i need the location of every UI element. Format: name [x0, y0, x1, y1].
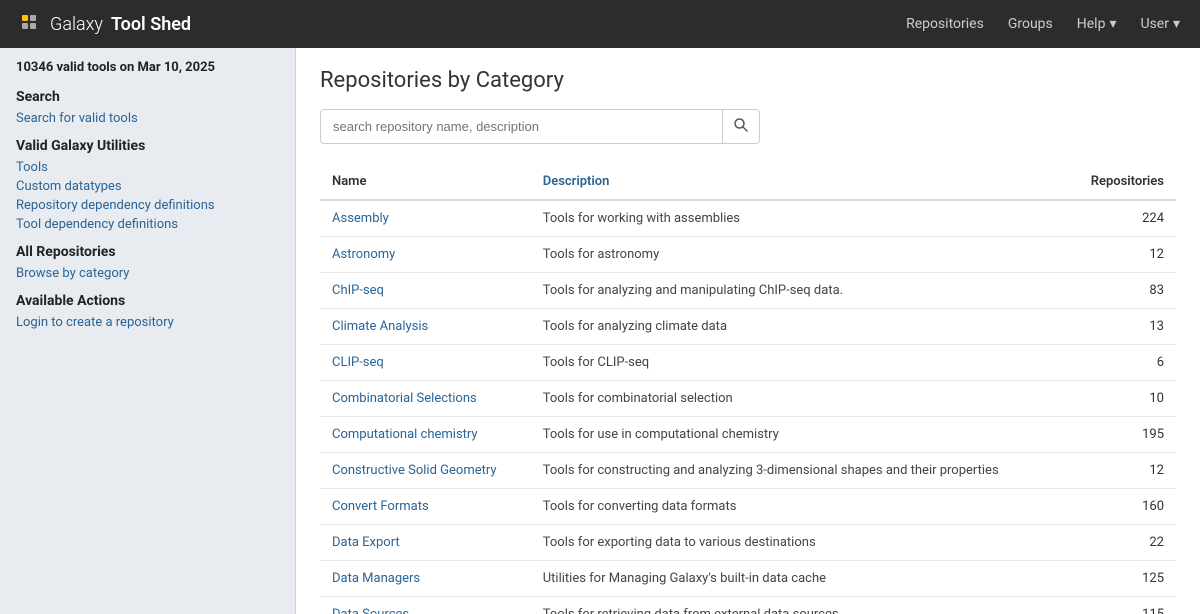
row-repos-count: 10 [1067, 381, 1176, 417]
main-nav: Repositories Groups Help ▾ User ▾ [906, 16, 1180, 32]
row-name: Constructive Solid Geometry [320, 453, 531, 489]
nav-help-dropdown[interactable]: Help ▾ [1077, 16, 1117, 32]
main-content: Repositories by Category Name Descriptio… [296, 48, 1200, 614]
row-description: Tools for CLIP-seq [531, 345, 1067, 381]
table-row: Convert Formats Tools for converting dat… [320, 489, 1176, 525]
app-header: Galaxy Tool Shed Repositories Groups Hel… [0, 0, 1200, 48]
row-name: CLIP-seq [320, 345, 531, 381]
sidebar-section-all-repos: All Repositories [16, 244, 279, 260]
row-repos-count: 224 [1067, 200, 1176, 237]
brand: Galaxy Tool Shed [20, 13, 191, 35]
row-description: Tools for converting data formats [531, 489, 1067, 525]
row-repos-count: 115 [1067, 597, 1176, 614]
search-button[interactable] [722, 110, 759, 143]
table-row: Data Managers Utilities for Managing Gal… [320, 561, 1176, 597]
valid-tools-stat: 10346 valid tools on Mar 10, 2025 [16, 60, 279, 75]
category-link[interactable]: CLIP-seq [332, 355, 384, 370]
row-name: Astronomy [320, 237, 531, 273]
row-name: ChIP-seq [320, 273, 531, 309]
chevron-down-icon: ▾ [1173, 16, 1180, 32]
table-row: CLIP-seq Tools for CLIP-seq 6 [320, 345, 1176, 381]
sidebar-tools[interactable]: Tools [16, 158, 279, 177]
category-link[interactable]: ChIP-seq [332, 283, 384, 298]
table-header-row: Name Description Repositories [320, 164, 1176, 200]
row-description: Tools for exporting data to various dest… [531, 525, 1067, 561]
row-description: Tools for analyzing and manipulating ChI… [531, 273, 1067, 309]
table-row: Assembly Tools for working with assembli… [320, 200, 1176, 237]
category-link[interactable]: Data Export [332, 535, 400, 550]
search-bar[interactable] [320, 109, 760, 144]
row-description: Tools for constructing and analyzing 3-d… [531, 453, 1067, 489]
category-link[interactable]: Convert Formats [332, 499, 429, 514]
nav-repositories[interactable]: Repositories [906, 16, 984, 32]
row-repos-count: 195 [1067, 417, 1176, 453]
sidebar-tool-deps[interactable]: Tool dependency definitions [16, 215, 279, 234]
category-link[interactable]: Astronomy [332, 247, 395, 262]
category-link[interactable]: Computational chemistry [332, 427, 478, 442]
sidebar-section-actions: Available Actions [16, 293, 279, 309]
sidebar-custom-datatypes[interactable]: Custom datatypes [16, 177, 279, 196]
table-row: Climate Analysis Tools for analyzing cli… [320, 309, 1176, 345]
row-repos-count: 160 [1067, 489, 1176, 525]
row-name: Combinatorial Selections [320, 381, 531, 417]
row-name: Climate Analysis [320, 309, 531, 345]
row-repos-count: 83 [1067, 273, 1176, 309]
category-link[interactable]: Combinatorial Selections [332, 391, 477, 406]
repositories-table: Name Description Repositories Assembly T… [320, 164, 1176, 614]
row-name: Data Sources [320, 597, 531, 614]
row-repos-count: 12 [1067, 453, 1176, 489]
category-link[interactable]: Data Managers [332, 571, 420, 586]
row-name: Convert Formats [320, 489, 531, 525]
chevron-down-icon: ▾ [1109, 16, 1116, 32]
row-repos-count: 12 [1067, 237, 1176, 273]
row-repos-count: 125 [1067, 561, 1176, 597]
row-repos-count: 6 [1067, 345, 1176, 381]
row-name: Data Managers [320, 561, 531, 597]
row-repos-count: 13 [1067, 309, 1176, 345]
nav-user-label: User [1140, 16, 1168, 32]
category-link[interactable]: Constructive Solid Geometry [332, 463, 497, 478]
row-description: Tools for astronomy [531, 237, 1067, 273]
page-title: Repositories by Category [320, 68, 1176, 93]
col-header-description: Description [531, 164, 1067, 200]
row-repos-count: 22 [1067, 525, 1176, 561]
col-header-repositories: Repositories [1067, 164, 1176, 200]
nav-groups[interactable]: Groups [1008, 16, 1053, 32]
table-row: Combinatorial Selections Tools for combi… [320, 381, 1176, 417]
row-name: Assembly [320, 200, 531, 237]
row-description: Tools for analyzing climate data [531, 309, 1067, 345]
table-row: Computational chemistry Tools for use in… [320, 417, 1176, 453]
row-description: Tools for retrieving data from external … [531, 597, 1067, 614]
galaxy-logo-icon [20, 13, 42, 35]
toolshed-label: Tool Shed [111, 14, 191, 35]
sidebar-repo-deps[interactable]: Repository dependency definitions [16, 196, 279, 215]
table-row: ChIP-seq Tools for analyzing and manipul… [320, 273, 1176, 309]
galaxy-label: Galaxy [50, 14, 103, 35]
row-name: Computational chemistry [320, 417, 531, 453]
row-name: Data Export [320, 525, 531, 561]
sidebar-section-utilities: Valid Galaxy Utilities [16, 138, 279, 154]
table-row: Astronomy Tools for astronomy 12 [320, 237, 1176, 273]
sidebar-section-search: Search [16, 89, 279, 105]
category-link[interactable]: Data Sources [332, 607, 409, 614]
col-header-name: Name [320, 164, 531, 200]
row-description: Tools for combinatorial selection [531, 381, 1067, 417]
table-row: Data Sources Tools for retrieving data f… [320, 597, 1176, 614]
table-row: Data Export Tools for exporting data to … [320, 525, 1176, 561]
row-description: Tools for working with assemblies [531, 200, 1067, 237]
row-description: Utilities for Managing Galaxy's built-in… [531, 561, 1067, 597]
sidebar-browse-by-category[interactable]: Browse by category [16, 264, 279, 283]
search-for-valid-tools[interactable]: Search for valid tools [16, 109, 279, 128]
table-row: Constructive Solid Geometry Tools for co… [320, 453, 1176, 489]
sidebar-login[interactable]: Login to create a repository [16, 313, 279, 332]
search-icon [733, 117, 749, 133]
category-link[interactable]: Climate Analysis [332, 319, 428, 334]
category-link[interactable]: Assembly [332, 211, 389, 226]
nav-user-dropdown[interactable]: User ▾ [1140, 16, 1180, 32]
nav-help-label: Help [1077, 16, 1106, 32]
app-layout: 10346 valid tools on Mar 10, 2025 Search… [0, 48, 1200, 614]
row-description: Tools for use in computational chemistry [531, 417, 1067, 453]
search-input[interactable] [321, 112, 722, 141]
sidebar: 10346 valid tools on Mar 10, 2025 Search… [0, 48, 296, 614]
